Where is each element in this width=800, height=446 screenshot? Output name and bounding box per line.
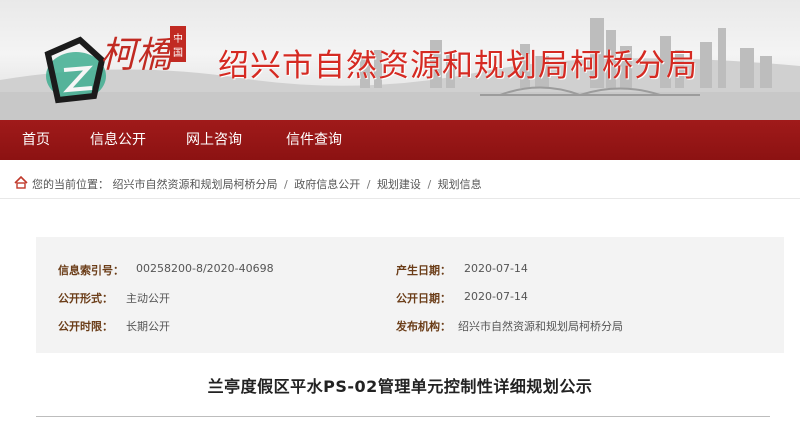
info-metadata-box: 信息索引号： 00258200-8/2020-40698 产生日期： 2020-… [36,237,784,353]
index-number-label: 信息索引号： [58,264,124,277]
nav-item-home[interactable]: 首页 [22,120,50,160]
site-logo[interactable]: 中 国 柯橋 [28,10,208,110]
breadcrumb-separator: / [284,178,288,191]
publishing-org-label: 发布机构： [396,320,451,333]
publish-date-label: 公开日期： [396,292,451,305]
article-title: 兰亭度假区平水PS-02管理单元控制性详细规划公示 [207,377,593,396]
home-icon [14,176,28,189]
nav-item-info-disclosure[interactable]: 信息公开 [90,120,146,160]
breadcrumb-item-planning-info[interactable]: 规划信息 [438,178,482,191]
disclosure-form-value: 主动公开 [126,292,170,305]
generated-date-value: 2020-07-14 [464,262,528,275]
nav-item-letter-query[interactable]: 信件查询 [286,120,342,160]
nav-item-online-consult[interactable]: 网上咨询 [186,120,242,160]
logo-calligraphy: 柯橋 [100,35,173,76]
breadcrumb-separator: / [427,178,432,191]
disclosure-form-label: 公开形式： [58,292,113,305]
main-nav: 首页 信息公开 网上咨询 信件查询 [0,120,800,160]
title-divider [36,416,770,417]
site-title: 绍兴市自然资源和规划局柯桥分局 [218,48,698,84]
site-header: 中 国 柯橋 绍兴市自然资源和规划局柯桥分局 [0,0,800,120]
breadcrumb-separator: / [366,178,371,191]
generated-date-label: 产生日期： [396,264,451,277]
index-number-value: 00258200-8/2020-40698 [136,262,274,275]
disclosure-period-label: 公开时限： [58,320,113,333]
breadcrumb-item-gov-info[interactable]: 政府信息公开 [294,178,360,191]
breadcrumb-item-bureau[interactable]: 绍兴市自然资源和规划局柯桥分局 [113,178,278,191]
publish-date-value: 2020-07-14 [464,290,528,303]
breadcrumb-item-planning-construction[interactable]: 规划建设 [377,178,421,191]
publishing-org-value: 绍兴市自然资源和规划局柯桥分局 [458,320,623,333]
disclosure-period-value: 长期公开 [126,320,170,333]
svg-text:国: 国 [173,47,183,59]
svg-text:中: 中 [173,32,183,45]
breadcrumb-prefix: 您的当前位置： [32,178,109,191]
breadcrumb: 您的当前位置： 绍兴市自然资源和规划局柯桥分局 / 政府信息公开 / 规划建设 … [0,170,800,199]
